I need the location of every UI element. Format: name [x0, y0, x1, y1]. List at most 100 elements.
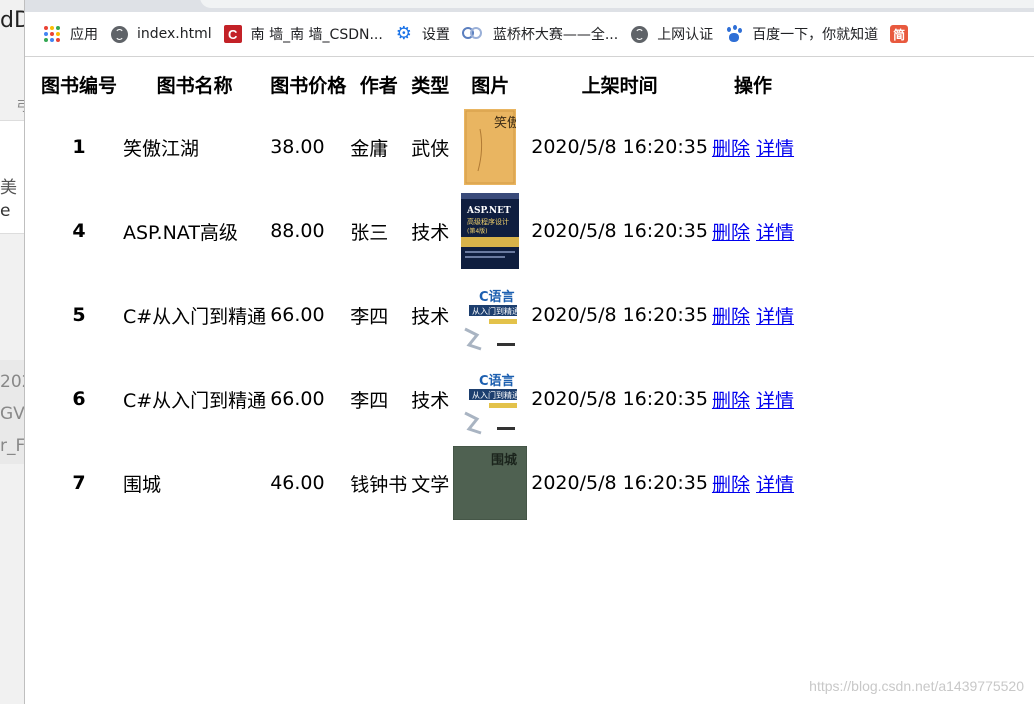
detail-link[interactable]: 详情: [756, 474, 794, 496]
book-cover-image: C语言 从入门到精通: [461, 361, 520, 437]
cell-author: 李四: [350, 389, 389, 412]
header-actions: 操作: [733, 74, 772, 97]
book-cover-image: 笑傲江湖: [464, 109, 517, 185]
background-window-text: dDe: [0, 8, 24, 33]
bookmark-jian[interactable]: 简: [884, 20, 923, 48]
delete-link[interactable]: 删除: [712, 390, 750, 412]
bookmark-csdn[interactable]: C 南 墙_南 墙_CSDN...: [218, 20, 389, 48]
table-header-row: 图书编号 图书名称 图书价格 作者 类型 图片 上架时间 操作: [38, 64, 795, 104]
detail-link[interactable]: 详情: [756, 306, 794, 328]
cell-actions: 删除 详情: [711, 274, 795, 356]
cell-author: 金庸: [350, 137, 389, 160]
header-book-id: 图书编号: [40, 74, 117, 97]
cell-price: 38.00: [270, 136, 325, 158]
bookmark-label: 百度一下，你就知道: [752, 27, 879, 43]
cover-title-char: 笑傲江湖: [494, 115, 516, 131]
cell-type: 技术: [411, 221, 450, 244]
header-shelf-time: 上架时间: [581, 74, 658, 97]
cell-shelf-time: 2020/5/8 16:20:35: [531, 136, 708, 158]
cell-shelf-time: 2020/5/8 16:20:35: [531, 304, 708, 326]
cell-picture: C语言 从入门到精通: [452, 274, 528, 356]
cell-id: 5: [72, 304, 86, 326]
cell-shelf-time: 2020/5/8 16:20:35: [531, 220, 708, 242]
cell-name: 笑傲江湖: [123, 137, 200, 160]
table-row: 6 C#从入门到精通 66.00 李四 技术 C语言 从入门到精通 2020/5…: [38, 358, 795, 440]
baidu-paw-icon: [725, 25, 743, 43]
background-window-strip: dDe 弓 美 e 202 GV r_F: [0, 0, 25, 704]
delete-link[interactable]: 删除: [712, 306, 750, 328]
globe-icon: [110, 25, 128, 43]
cell-shelf-time: 2020/5/8 16:20:35: [531, 388, 708, 410]
delete-link[interactable]: 删除: [712, 474, 750, 496]
bookmark-label: 应用: [70, 27, 98, 43]
cell-actions: 删除 详情: [711, 190, 795, 272]
header-book-name: 图书名称: [156, 74, 233, 97]
detail-link[interactable]: 详情: [756, 222, 794, 244]
cover-subtitle: 从入门到精通: [472, 306, 519, 316]
cover-subtitle: 从入门到精通: [472, 390, 519, 400]
table-row: 7 围城 46.00 钱钟书 文学 围城 2020/5/8 16:20:35 删…: [38, 442, 795, 524]
detail-link[interactable]: 详情: [756, 390, 794, 412]
cover-title: C语言: [479, 289, 515, 305]
cell-type: 技术: [411, 305, 450, 328]
cell-price: 88.00: [270, 220, 325, 242]
background-window-text: e: [0, 201, 11, 221]
background-window-text: 弓: [16, 96, 24, 116]
background-window-text: 202: [0, 372, 24, 392]
bookmark-label: 南 墙_南 墙_CSDN...: [250, 27, 383, 43]
cell-price: 46.00: [270, 472, 325, 494]
bookmarks-bar: 应用 index.html C 南 墙_南 墙_CSDN... ⚙ 设置 蓝桥杯…: [25, 12, 1034, 57]
cover-title: ASP.NET: [466, 206, 511, 216]
delete-link[interactable]: 删除: [712, 222, 750, 244]
bookmark-index-html[interactable]: index.html: [104, 20, 218, 48]
cell-type: 文学: [411, 473, 450, 496]
bookmark-apps[interactable]: 应用: [37, 20, 104, 48]
bookmark-label: 蓝桥杯大赛——全...: [492, 27, 619, 43]
book-table: 图书编号 图书名称 图书价格 作者 类型 图片 上架时间 操作 1 笑傲江湖 3…: [36, 62, 797, 526]
cell-price: 66.00: [270, 304, 325, 326]
bookmark-net-auth[interactable]: 上网认证: [624, 20, 719, 48]
cell-price: 66.00: [270, 388, 325, 410]
cell-picture: 笑傲江湖: [452, 106, 528, 188]
jian-icon: 简: [890, 25, 909, 43]
cell-actions: 删除 详情: [711, 358, 795, 440]
gear-icon: ⚙: [395, 23, 412, 44]
cell-name: ASP.NAT高级: [123, 221, 238, 244]
table-row: 5 C#从入门到精通 66.00 李四 技术 C语言 从入门到精通 2020/5…: [38, 274, 795, 356]
apps-grid-icon: [43, 25, 61, 43]
table-row: 1 笑傲江湖 38.00 金庸 武侠 笑傲江湖 2020/5/8 16:20:3…: [38, 106, 795, 188]
book-cover-image: C语言 从入门到精通: [461, 277, 520, 353]
cell-author: 张三: [350, 221, 389, 244]
delete-link[interactable]: 删除: [712, 138, 750, 160]
bookmark-label: 上网认证: [657, 27, 714, 43]
address-bar[interactable]: [200, 0, 1034, 8]
cell-name: C#从入门到精通: [123, 305, 267, 328]
header-picture: 图片: [471, 74, 510, 97]
background-window-text: r_F: [0, 436, 25, 456]
book-cover-image: 围城: [453, 446, 528, 520]
background-window-panel: 美 e: [0, 120, 24, 234]
cell-picture: ASP.NET 高级程序设计 (第4版): [452, 190, 528, 272]
cover-title: C语言: [479, 373, 515, 389]
cell-type: 武侠: [411, 137, 450, 160]
cell-name: 围城: [123, 473, 162, 496]
background-window-panel: 202 GV r_F: [0, 360, 24, 464]
cell-actions: 删除 详情: [711, 442, 795, 524]
cell-id: 1: [72, 136, 86, 158]
bookmark-label: 设置: [421, 27, 450, 43]
cell-name: C#从入门到精通: [123, 389, 267, 412]
cell-id: 7: [72, 472, 86, 494]
rings-icon: [461, 25, 484, 43]
cell-picture: C语言 从入门到精通: [452, 358, 528, 440]
bookmark-baidu[interactable]: 百度一下，你就知道: [719, 20, 884, 48]
detail-link[interactable]: 详情: [756, 138, 794, 160]
bookmark-settings[interactable]: ⚙ 设置: [389, 20, 456, 48]
blog-watermark: https://blog.csdn.net/a1439775520: [809, 678, 1024, 694]
cover-title: 围城: [491, 452, 517, 468]
bookmark-lanqiao[interactable]: 蓝桥杯大赛——全...: [456, 20, 624, 48]
cell-id: 6: [72, 388, 86, 410]
csdn-icon: C: [223, 25, 242, 43]
cell-author: 李四: [350, 305, 389, 328]
book-list-page: 图书编号 图书名称 图书价格 作者 类型 图片 上架时间 操作 1 笑傲江湖 3…: [36, 62, 797, 526]
header-book-price: 图书价格: [270, 74, 347, 97]
